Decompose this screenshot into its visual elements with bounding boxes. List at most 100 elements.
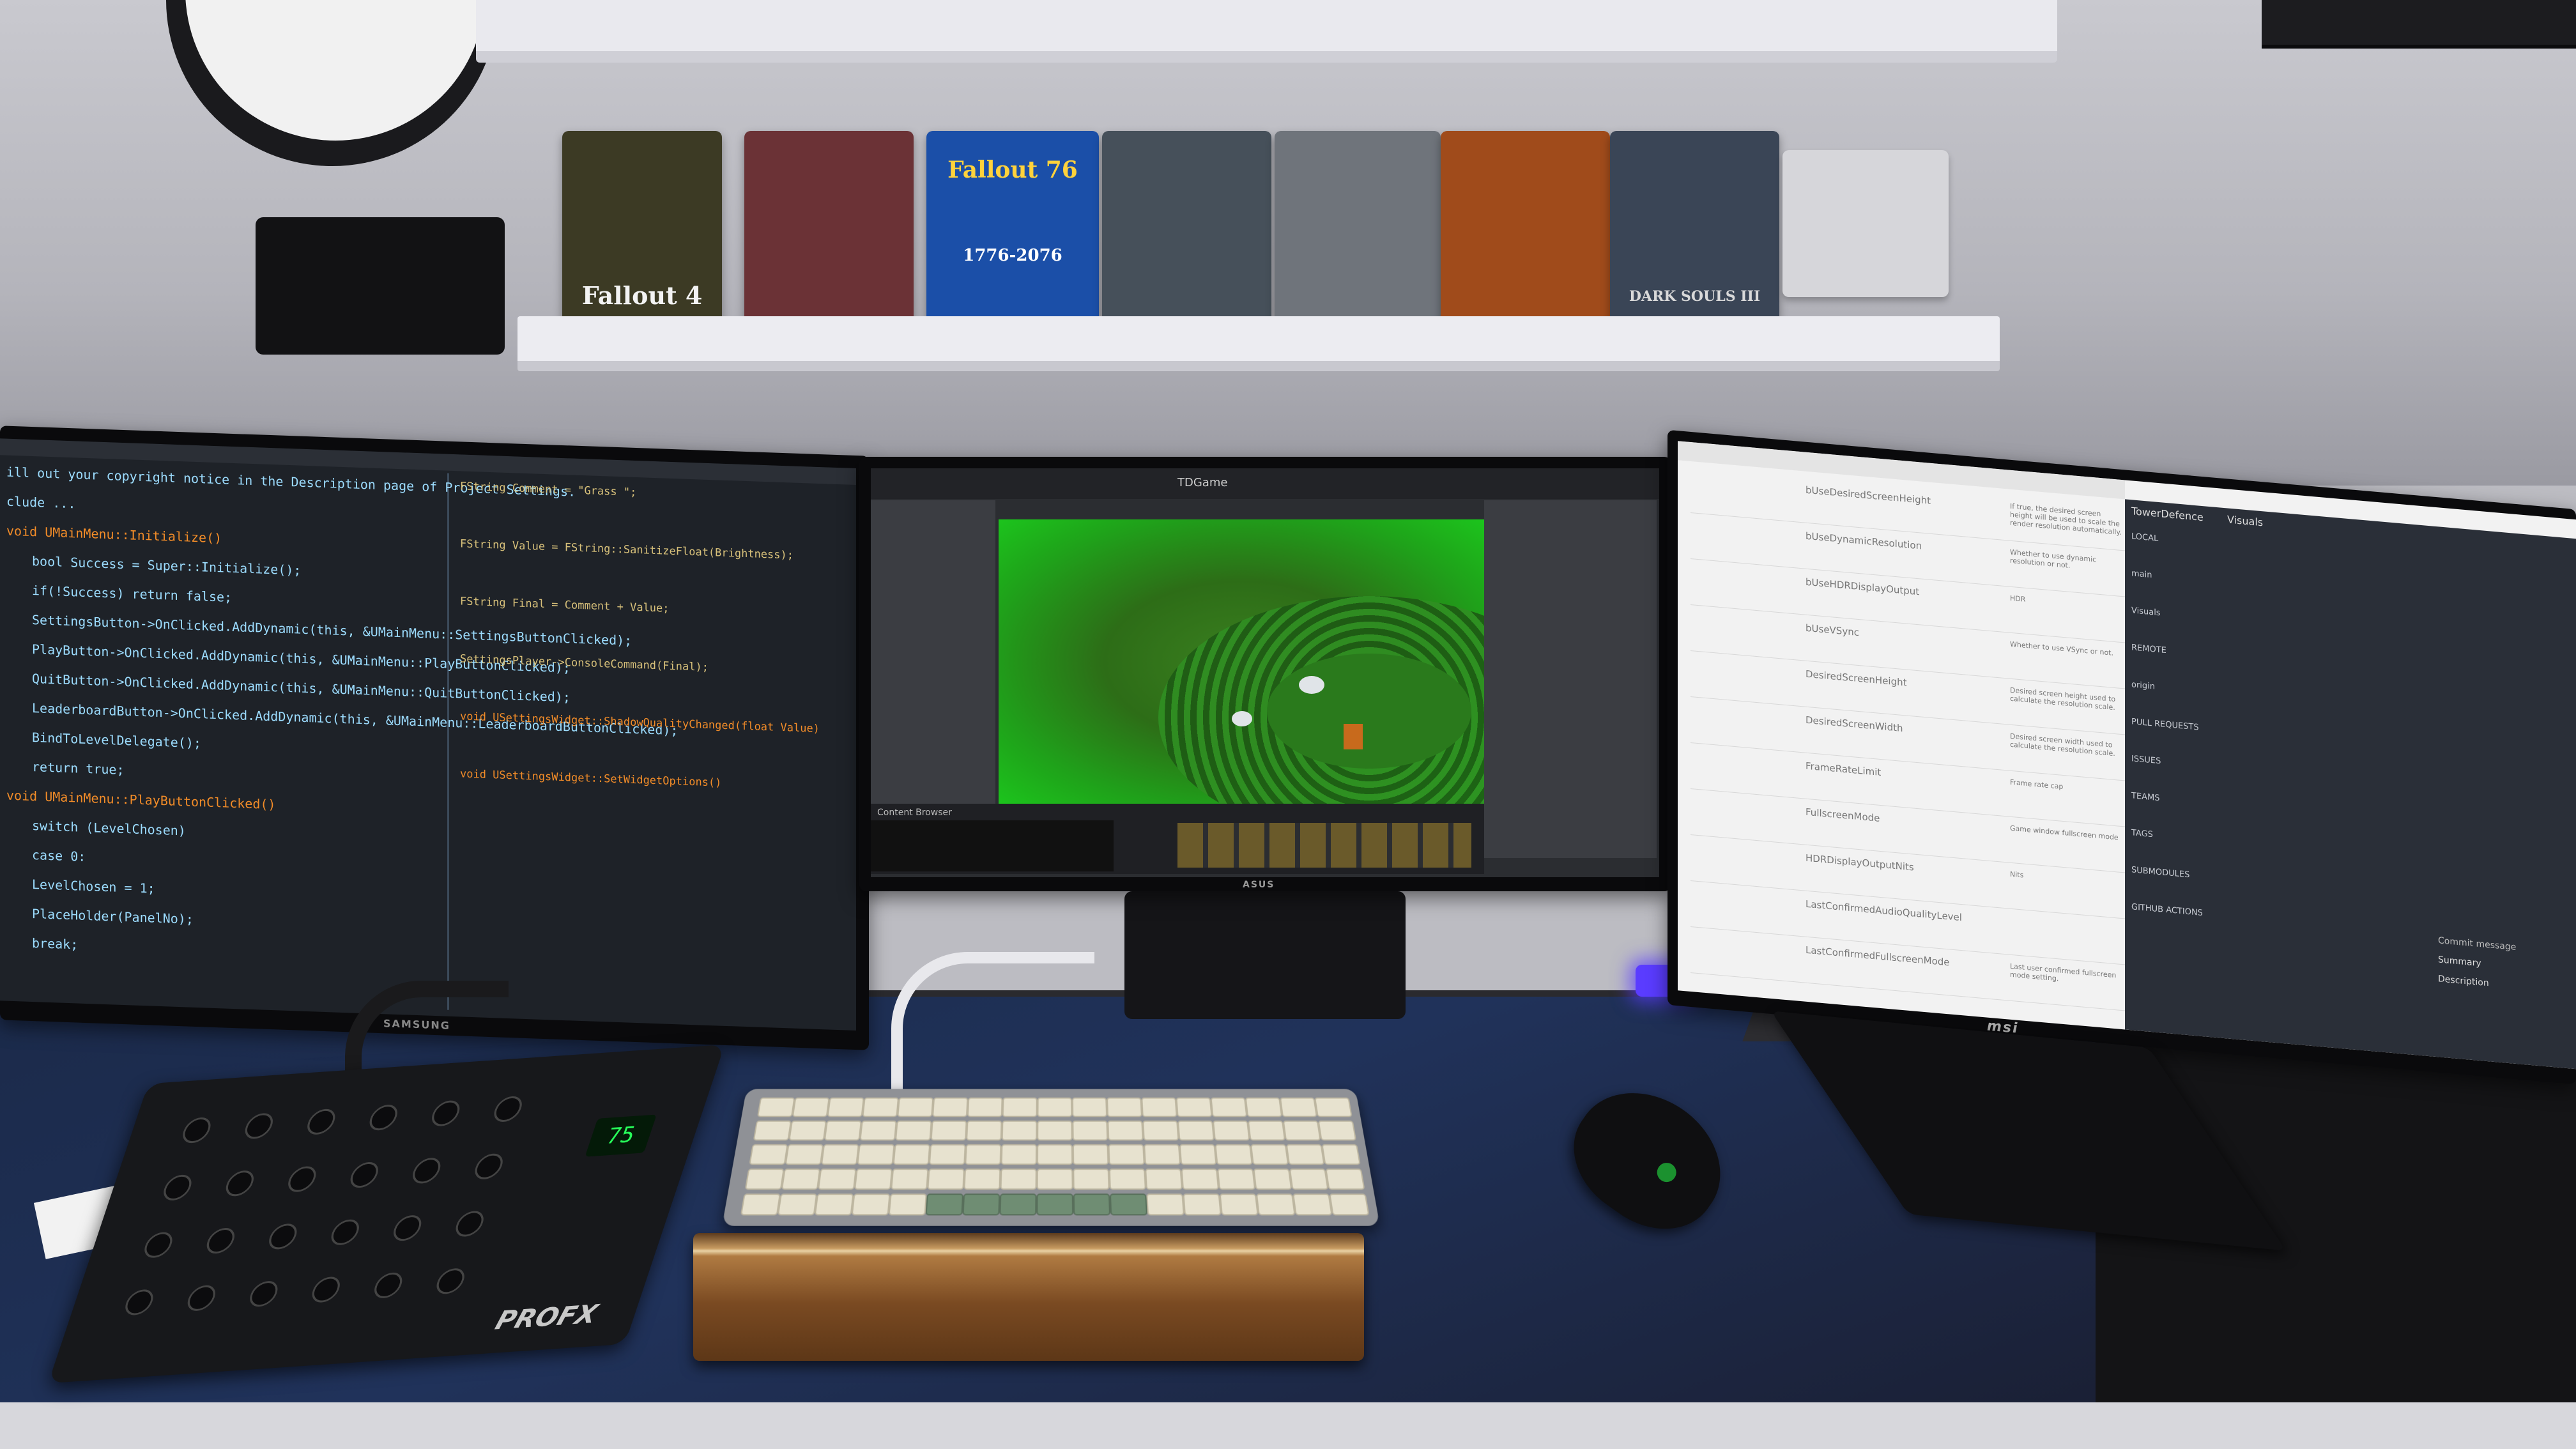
mixer-knob[interactable] xyxy=(304,1108,339,1135)
keycap[interactable] xyxy=(827,1098,864,1117)
keycap[interactable] xyxy=(1037,1144,1073,1165)
git-branch-name[interactable]: Visuals xyxy=(2227,513,2263,528)
git-sidebar-item[interactable]: ISSUES xyxy=(2131,754,2161,766)
mixer-knob[interactable] xyxy=(285,1165,319,1193)
mixer-knob[interactable] xyxy=(160,1174,195,1202)
keycap[interactable] xyxy=(740,1193,781,1215)
mixer-knob[interactable] xyxy=(390,1215,425,1242)
keycap[interactable] xyxy=(1280,1098,1317,1117)
keycap[interactable] xyxy=(1037,1121,1073,1140)
git-sidebar-item[interactable]: origin xyxy=(2131,680,2155,691)
keycap[interactable] xyxy=(932,1098,968,1117)
mixer-knob[interactable] xyxy=(122,1289,157,1316)
keycap[interactable] xyxy=(821,1144,859,1165)
mixer-knob[interactable] xyxy=(241,1112,276,1140)
mixer-knob[interactable] xyxy=(309,1276,343,1303)
keycap[interactable] xyxy=(1107,1098,1142,1117)
mixer-knob[interactable] xyxy=(203,1227,238,1255)
mixer-knob[interactable] xyxy=(247,1280,281,1308)
mixer-knob[interactable] xyxy=(410,1157,444,1184)
keycap[interactable] xyxy=(1220,1193,1259,1215)
git-sidebar-item[interactable]: SUBMODULES xyxy=(2131,865,2189,880)
keycap[interactable] xyxy=(967,1098,1003,1117)
keycap[interactable] xyxy=(815,1193,854,1215)
keycap[interactable] xyxy=(749,1144,788,1165)
keycap[interactable] xyxy=(1142,1121,1179,1140)
keycap[interactable] xyxy=(1002,1098,1038,1117)
mixer-knob[interactable] xyxy=(491,1096,525,1123)
keycap[interactable] xyxy=(931,1121,967,1140)
keycap[interactable] xyxy=(1073,1169,1110,1190)
mixer-knob[interactable] xyxy=(452,1210,487,1238)
keycap[interactable] xyxy=(778,1193,817,1215)
keycap[interactable] xyxy=(857,1144,894,1165)
git-sidebar-item[interactable]: TAGS xyxy=(2131,828,2153,839)
git-sidebar-item[interactable]: GITHUB ACTIONS xyxy=(2131,902,2203,918)
keycap[interactable] xyxy=(859,1121,896,1140)
mixer-knob[interactable] xyxy=(366,1104,401,1131)
keycap[interactable] xyxy=(1256,1193,1296,1215)
mixer-knob[interactable] xyxy=(471,1153,506,1180)
keycap[interactable] xyxy=(1109,1169,1146,1190)
keycap[interactable] xyxy=(824,1121,862,1140)
keycap[interactable] xyxy=(1213,1121,1250,1140)
keycap[interactable] xyxy=(1141,1098,1177,1117)
keycap[interactable] xyxy=(927,1169,965,1190)
keycap[interactable] xyxy=(1145,1169,1183,1190)
keycap[interactable] xyxy=(1037,1098,1072,1117)
keycap[interactable] xyxy=(753,1121,792,1140)
keycap[interactable] xyxy=(854,1169,893,1190)
git-sidebar-item[interactable]: TEAMS xyxy=(2131,791,2160,803)
keycap[interactable] xyxy=(966,1121,1002,1140)
mixer-knob[interactable] xyxy=(222,1170,257,1197)
keycap[interactable] xyxy=(1183,1193,1221,1215)
mixer-knob[interactable] xyxy=(141,1231,176,1259)
keycap[interactable] xyxy=(862,1098,899,1117)
keycap[interactable] xyxy=(1318,1121,1356,1140)
keycap[interactable] xyxy=(781,1169,820,1190)
keycap[interactable] xyxy=(1144,1144,1181,1165)
keycap[interactable] xyxy=(785,1144,824,1165)
keycap[interactable] xyxy=(1146,1193,1184,1215)
mixer-knob[interactable] xyxy=(429,1100,463,1127)
keycap[interactable] xyxy=(852,1193,891,1215)
mixer-knob[interactable] xyxy=(347,1162,381,1189)
keycap[interactable] xyxy=(1250,1144,1289,1165)
keycap[interactable] xyxy=(897,1098,933,1117)
keycap[interactable] xyxy=(757,1098,795,1117)
keycap[interactable] xyxy=(1289,1169,1329,1190)
keycap[interactable] xyxy=(889,1193,927,1215)
keycap[interactable] xyxy=(895,1121,932,1140)
git-sidebar-item[interactable]: Visuals xyxy=(2131,606,2161,618)
keycap[interactable] xyxy=(1110,1193,1147,1215)
keycap[interactable] xyxy=(1286,1144,1325,1165)
mechanical-keyboard[interactable] xyxy=(722,1089,1380,1225)
keycap[interactable] xyxy=(818,1169,857,1190)
level-viewport[interactable] xyxy=(999,519,1484,804)
keycap[interactable] xyxy=(999,1193,1036,1215)
keycap[interactable] xyxy=(1211,1098,1248,1117)
keycap[interactable] xyxy=(1072,1121,1108,1140)
git-sidebar-item[interactable]: LOCAL xyxy=(2131,532,2158,544)
keycap[interactable] xyxy=(1108,1144,1144,1165)
description-label[interactable]: Description xyxy=(2438,974,2489,988)
keycap[interactable] xyxy=(1072,1098,1107,1117)
keycap[interactable] xyxy=(792,1098,830,1117)
keycap[interactable] xyxy=(1177,1121,1215,1140)
keycap[interactable] xyxy=(1001,1144,1038,1165)
keycap[interactable] xyxy=(1245,1098,1282,1117)
mixer-knob[interactable] xyxy=(184,1284,218,1312)
keycap[interactable] xyxy=(788,1121,827,1140)
keycap[interactable] xyxy=(1181,1169,1220,1190)
keycap[interactable] xyxy=(1002,1121,1038,1140)
keycap[interactable] xyxy=(745,1169,785,1190)
git-sidebar-item[interactable]: PULL REQUESTS xyxy=(2131,717,2199,732)
keycap[interactable] xyxy=(962,1193,1000,1215)
keycap[interactable] xyxy=(1037,1169,1073,1190)
keycap[interactable] xyxy=(1314,1098,1353,1117)
keycap[interactable] xyxy=(1248,1121,1285,1140)
keycap[interactable] xyxy=(1179,1144,1217,1165)
keycap[interactable] xyxy=(1325,1169,1365,1190)
keycap[interactable] xyxy=(1215,1144,1252,1165)
keycap[interactable] xyxy=(1321,1144,1360,1165)
